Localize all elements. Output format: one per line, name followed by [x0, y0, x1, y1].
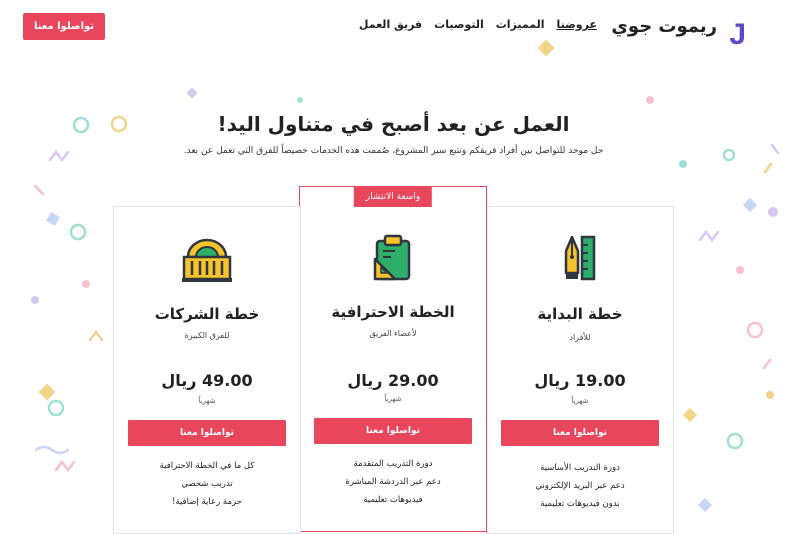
plan-title: خطة الشركات: [114, 305, 300, 323]
plan-features: كل ما في الخطة الاحترافية تدريب شخصي حزم…: [114, 457, 300, 511]
feature-item: بدون فيديوهات تعليمية: [487, 495, 673, 513]
feature-item: حزمة رعاية إضافية!: [114, 493, 300, 511]
contact-button-pro[interactable]: تواصلوا معنا: [314, 418, 472, 444]
plan-period: شهرياً: [487, 397, 673, 405]
plan-subtitle: لأعضاء الفريق: [300, 329, 486, 338]
nav-link-team[interactable]: فريق العمل: [359, 18, 422, 31]
pen-ruler-icon: [558, 233, 602, 283]
feature-item: دورة التدريب الأساسية: [487, 459, 673, 477]
plan-features: دورة التدريب الأساسية دعم عبر البريد الإ…: [487, 459, 673, 513]
nav-link-offers[interactable]: عروضنا: [557, 18, 597, 31]
plan-card-pro: واسعة الانتشار الخطة الاحترافية لأعضاء ا…: [299, 186, 487, 532]
plan-card-business: خطة الشركات للفرق الكبيرة 49.00 ريال شهر…: [113, 206, 301, 534]
nav-link-testimonials[interactable]: التوصيات: [434, 18, 484, 31]
plan-price: 49.00 ريال: [114, 371, 300, 390]
feature-item: دعم عبر الدردشة المباشرة: [300, 473, 486, 491]
clipboard-ruler-icon: [371, 233, 415, 283]
feature-item: دعم عبر البريد الإلكتروني: [487, 477, 673, 495]
contact-button-top[interactable]: تواصلوا معنا: [23, 13, 105, 40]
plan-title: الخطة الاحترافية: [300, 303, 486, 321]
plan-period: شهرياً: [114, 397, 300, 405]
hero-subtitle: حل موحد للتواصل بين أفراد فريقكم وتتبع س…: [0, 146, 787, 156]
plan-features: دورة التدريب المتقدمة دعم عبر الدردشة ال…: [300, 455, 486, 509]
feature-item: كل ما في الخطة الاحترافية: [114, 457, 300, 475]
feature-item: دورة التدريب المتقدمة: [300, 455, 486, 473]
nav-links: عروضنا المميزات التوصيات فريق العمل: [359, 18, 597, 31]
hero-title: العمل عن بعد أصبح في متناول اليد!: [0, 112, 787, 136]
plan-subtitle: للفرق الكبيرة: [114, 331, 300, 340]
plan-price: 19.00 ريال: [487, 371, 673, 390]
nav-link-features[interactable]: المميزات: [496, 18, 545, 31]
svg-text:J: J: [729, 18, 746, 46]
plan-card-starter: خطة البداية للأفراد 19.00 ريال شهرياً تو…: [486, 206, 674, 534]
feature-item: فيديوهات تعليمية: [300, 491, 486, 509]
plan-price: 29.00 ريال: [300, 371, 486, 390]
plan-period: شهرياً: [300, 395, 486, 403]
logo-text[interactable]: ريموت جوي: [611, 16, 717, 37]
contact-button-starter[interactable]: تواصلوا معنا: [501, 420, 659, 446]
popular-badge: واسعة الانتشار: [354, 187, 432, 207]
feature-item: تدريب شخصي: [114, 475, 300, 493]
building-icon: [180, 235, 234, 283]
plan-subtitle: للأفراد: [487, 333, 673, 342]
top-navigation: R J ريموت جوي عروضنا المميزات التوصيات ف…: [0, 0, 787, 52]
contact-button-business[interactable]: تواصلوا معنا: [128, 420, 286, 446]
logo-mark[interactable]: R J: [729, 6, 765, 46]
plan-title: خطة البداية: [487, 305, 673, 323]
